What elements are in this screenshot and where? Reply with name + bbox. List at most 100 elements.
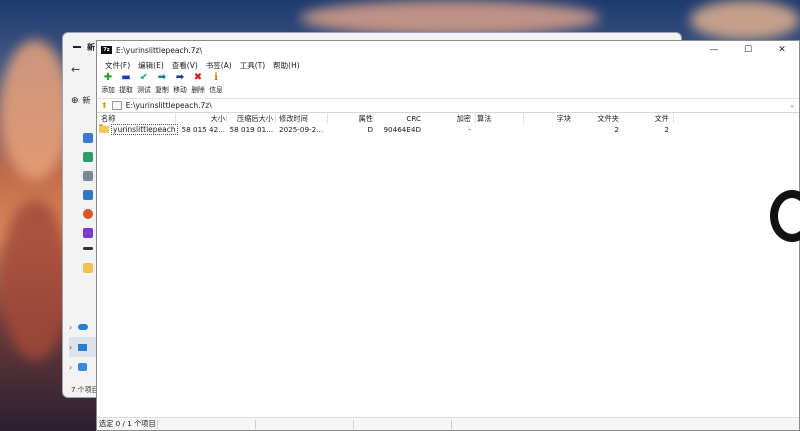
- wallpaper-blob: [690, 0, 800, 40]
- delete-button-label: 删除: [191, 86, 205, 94]
- toolbar: ✚ 添加 ▬ 提取 ✔ 测试 ➡ 复制 ➡ 移动 ✖ 删除 ℹ 信息: [97, 72, 799, 99]
- column-divider[interactable]: [475, 114, 476, 123]
- column-header-size[interactable]: 大小: [177, 113, 225, 124]
- column-header-packed[interactable]: 压缩后大小: [227, 113, 273, 124]
- test-button[interactable]: ✔ 测试: [135, 72, 153, 94]
- move-button[interactable]: ➡ 移动: [171, 72, 189, 94]
- move-icon: ➡: [175, 72, 185, 83]
- download-icon[interactable]: [83, 152, 93, 162]
- extract-button-label: 提取: [119, 86, 133, 94]
- menu-help[interactable]: 帮助(H): [269, 60, 304, 71]
- explorer-quick-access: [75, 133, 97, 282]
- row-size: 58 015 42...: [181, 125, 225, 134]
- menu-view[interactable]: 查看(V): [168, 60, 202, 71]
- status-divider: [451, 420, 452, 429]
- explorer-icon: [73, 46, 81, 48]
- pictures-icon[interactable]: [83, 190, 93, 200]
- chevron-right-icon: ›: [69, 362, 73, 372]
- explorer-title: 新: [87, 42, 95, 52]
- 7zip-window[interactable]: 7z E:\yurinslittlepeach.7z\ — ☐ ✕ 文件(F) …: [96, 40, 800, 431]
- column-divider[interactable]: [226, 114, 227, 123]
- minimize-button[interactable]: —: [697, 41, 731, 59]
- maximize-button[interactable]: ☐: [731, 41, 765, 59]
- status-bar: 选定 0 / 1 个项目: [97, 417, 799, 430]
- window-title: E:\yurinslittlepeach.7z\: [116, 45, 203, 55]
- column-header-attributes[interactable]: 属性: [329, 113, 373, 124]
- column-divider[interactable]: [275, 114, 276, 123]
- extract-button[interactable]: ▬ 提取: [117, 72, 135, 94]
- menu-bar: 文件(F) 编辑(E) 查看(V) 书签(A) 工具(T) 帮助(H): [97, 59, 799, 72]
- info-button-label: 信息: [209, 86, 223, 94]
- back-arrow-icon[interactable]: ←: [71, 63, 80, 76]
- column-header-folders[interactable]: 文件夹: [575, 113, 619, 124]
- test-icon: ✔: [139, 72, 149, 83]
- delete-button[interactable]: ✖ 删除: [189, 72, 207, 94]
- close-button[interactable]: ✕: [765, 41, 799, 59]
- add-button[interactable]: ✚ 添加: [99, 72, 117, 94]
- folder-icon: [99, 124, 109, 133]
- window-controls: — ☐ ✕: [697, 41, 799, 59]
- documents-icon[interactable]: [83, 171, 93, 181]
- column-divider[interactable]: [327, 114, 328, 123]
- chevron-down-icon[interactable]: ⌄: [789, 101, 795, 109]
- copy-icon: ➡: [157, 72, 167, 83]
- new-button-label: 新: [82, 96, 91, 105]
- column-header-method[interactable]: 算法: [477, 113, 517, 124]
- row-attributes: D: [367, 125, 373, 134]
- row-encrypted: -: [468, 125, 471, 134]
- column-divider[interactable]: [523, 114, 524, 123]
- info-button[interactable]: ℹ 信息: [207, 72, 225, 94]
- menu-tools[interactable]: 工具(T): [236, 60, 269, 71]
- column-header-encrypted[interactable]: 加密: [435, 113, 471, 124]
- info-icon: ℹ: [214, 72, 218, 83]
- menu-bookmarks[interactable]: 书签(A): [202, 60, 236, 71]
- wallpaper-blob: [300, 0, 600, 36]
- new-button[interactable]: ⊕ 新: [71, 95, 91, 106]
- column-header-modified[interactable]: 修改时间: [279, 113, 327, 124]
- add-button-label: 添加: [101, 86, 115, 94]
- wallpaper-blob: [0, 40, 70, 180]
- menu-file[interactable]: 文件(F): [101, 60, 134, 71]
- network-icon: [78, 363, 88, 371]
- copy-button[interactable]: ➡ 复制: [153, 72, 171, 94]
- column-header-name[interactable]: 名称: [101, 113, 171, 124]
- tree-item-this-pc[interactable]: ›: [69, 337, 99, 357]
- status-divider: [157, 420, 158, 429]
- 7zip-title-bar[interactable]: 7z E:\yurinslittlepeach.7z\ — ☐ ✕: [97, 41, 799, 59]
- drive-icon[interactable]: [83, 247, 93, 250]
- tree-item-network[interactable]: ›: [69, 357, 99, 377]
- copy-button-label: 复制: [155, 86, 169, 94]
- row-name: yurinslittlepeach: [111, 124, 178, 135]
- row-characteristics: [527, 124, 571, 135]
- address-bar: ⬆ E:\yurinslittlepeach.7z\ ⌄: [97, 99, 799, 113]
- videos-icon[interactable]: [83, 228, 93, 238]
- add-icon: ✚: [103, 72, 113, 83]
- wallpaper-blob: [0, 200, 70, 360]
- column-divider[interactable]: [175, 114, 176, 123]
- explorer-tree: › › ›: [69, 317, 99, 377]
- archive-folder-icon: [111, 101, 122, 110]
- row-name-cell[interactable]: yurinslittlepeach: [99, 124, 178, 135]
- selection-status: 选定 0 / 1 个项目: [99, 419, 156, 428]
- column-header-characteristics[interactable]: 字块: [527, 113, 571, 124]
- up-folder-icon[interactable]: ⬆: [101, 101, 108, 110]
- music-icon[interactable]: [83, 209, 93, 219]
- desktop-icon[interactable]: [83, 133, 93, 143]
- 7zip-app-icon: 7z: [101, 46, 112, 54]
- column-header-crc[interactable]: CRC: [377, 113, 421, 124]
- monitor-icon: [78, 343, 88, 351]
- menu-edit[interactable]: 编辑(E): [134, 60, 168, 71]
- cloud-icon: [78, 324, 89, 330]
- table-row[interactable]: yurinslittlepeach 58 015 42... 58 019 01…: [97, 124, 799, 135]
- folder-icon[interactable]: [83, 263, 93, 273]
- row-method: [477, 124, 517, 135]
- row-files: 2: [664, 125, 669, 134]
- column-divider[interactable]: [673, 114, 674, 123]
- column-header-files[interactable]: 文件: [625, 113, 669, 124]
- status-divider: [353, 420, 354, 429]
- address-input[interactable]: E:\yurinslittlepeach.7z\: [126, 101, 212, 110]
- plus-circle-icon: ⊕: [71, 95, 79, 106]
- tree-item-onedrive[interactable]: ›: [69, 317, 99, 337]
- move-button-label: 移动: [173, 86, 187, 94]
- row-packed: 58 019 01...: [229, 125, 273, 134]
